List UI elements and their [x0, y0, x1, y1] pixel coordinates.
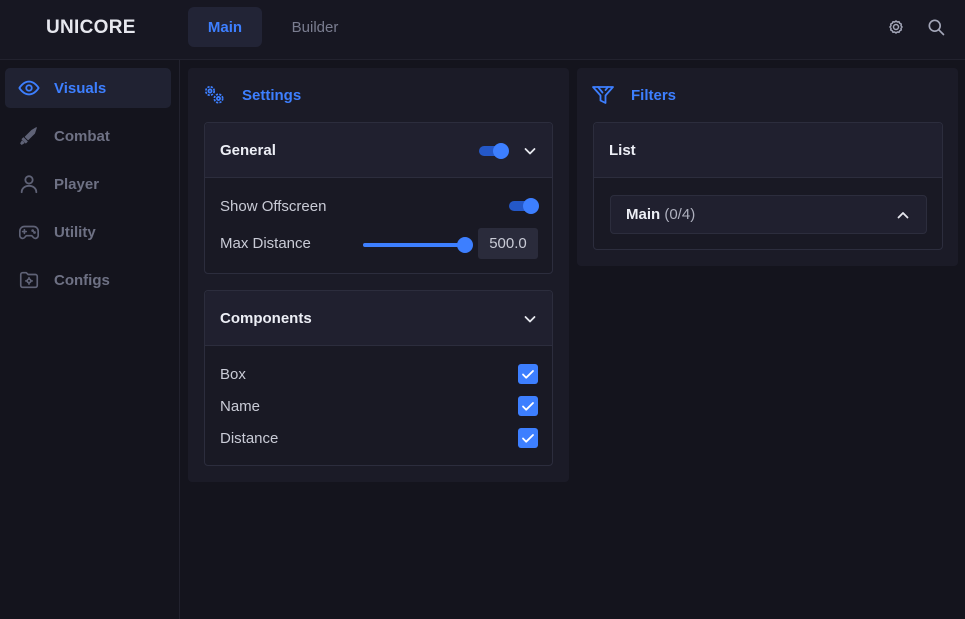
sidebar-item-label: Visuals [54, 79, 107, 97]
user-icon [18, 173, 40, 195]
sidebar-item-utility[interactable]: Utility [5, 212, 171, 252]
components-title: Components [220, 310, 312, 327]
max-distance-slider[interactable] [363, 237, 473, 253]
max-distance-input[interactable]: 500.0 [478, 228, 538, 259]
name-checkbox[interactable] [518, 396, 538, 416]
sidebar-item-visuals[interactable]: Visuals [5, 68, 171, 108]
filters-panel: Filters List Main (0/4) [577, 68, 958, 266]
sidebar-item-player[interactable]: Player [5, 164, 171, 204]
app-logo: UNICORE [46, 17, 136, 38]
general-title: General [220, 142, 276, 159]
components-card: Components Box Name Distance [204, 290, 553, 466]
component-label-name: Name [220, 398, 261, 415]
search-icon[interactable] [926, 17, 946, 37]
sidebar: Visuals Combat Player Utility Configs [0, 60, 180, 619]
sidebar-item-label: Configs [54, 271, 110, 289]
list-card: List Main (0/4) [593, 122, 943, 250]
sidebar-item-combat[interactable]: Combat [5, 116, 171, 156]
chevron-down-icon[interactable] [522, 311, 538, 327]
sword-icon [18, 125, 40, 147]
component-label-distance: Distance [220, 430, 279, 447]
max-distance-label: Max Distance [220, 235, 311, 252]
distance-checkbox[interactable] [518, 428, 538, 448]
filter-group-select[interactable]: Main (0/4) [610, 195, 927, 234]
filters-title: Filters [631, 87, 677, 104]
filter-group-label: Main (0/4) [626, 206, 695, 223]
general-card: General Show Offscreen Max Distance 500.… [204, 122, 553, 274]
tab-builder[interactable]: Builder [278, 7, 352, 47]
slider-handle[interactable] [457, 237, 473, 253]
sidebar-item-configs[interactable]: Configs [5, 260, 171, 300]
box-checkbox[interactable] [518, 364, 538, 384]
list-title: List [609, 142, 636, 159]
gears-icon [202, 83, 226, 107]
components-card-header[interactable]: Components [205, 291, 552, 346]
general-toggle[interactable] [479, 143, 509, 159]
sidebar-item-label: Combat [54, 127, 110, 145]
filter-icon [591, 83, 615, 107]
component-label-box: Box [220, 366, 246, 383]
settings-panel: Settings General Show Offscreen Max Dist… [188, 68, 569, 482]
filter-group-count: (0/4) [664, 206, 696, 223]
gamepad-icon [18, 221, 40, 243]
chevron-up-icon[interactable] [895, 207, 911, 223]
chevron-down-icon[interactable] [522, 143, 538, 159]
folder-gear-icon [18, 269, 40, 291]
sidebar-item-label: Utility [54, 223, 96, 241]
top-bar: UNICORE Main Builder [0, 0, 965, 60]
general-card-header[interactable]: General [205, 123, 552, 178]
show-offscreen-label: Show Offscreen [220, 198, 327, 215]
eye-icon [18, 77, 40, 99]
list-card-header: List [594, 123, 942, 178]
show-offscreen-toggle[interactable] [509, 198, 539, 214]
gear-icon[interactable] [886, 17, 906, 37]
sidebar-item-label: Player [54, 175, 100, 193]
settings-title: Settings [242, 87, 302, 104]
filter-group-name: Main [626, 206, 661, 223]
tab-main[interactable]: Main [188, 7, 262, 47]
